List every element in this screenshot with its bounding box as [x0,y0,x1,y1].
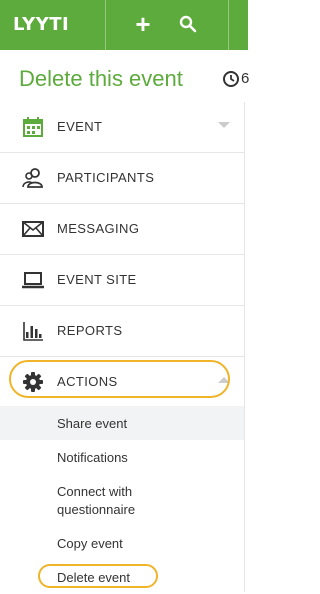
nav-item-reports[interactable]: REPORTS [0,306,244,357]
nav-item-event-site[interactable]: EVENT SITE [0,255,244,306]
envelope-icon [22,221,44,237]
action-connect-questionnaire[interactable]: Connect with questionnaire [0,474,244,524]
gear-icon [23,372,43,392]
laptop-icon [22,272,44,289]
action-label: Delete event [57,570,130,585]
lyyti-logo[interactable]: LYYTI [13,14,69,35]
nav-item-label: EVENT [57,119,103,134]
action-label: Share event [57,416,128,431]
nav-item-label: REPORTS [57,323,123,338]
nav-item-label: ACTIONS [57,374,118,389]
nav-item-label: EVENT SITE [57,272,137,287]
page-title: Delete this event [19,66,183,91]
action-notifications[interactable]: Notifications [0,440,244,474]
clock-icon [223,71,239,87]
divider [228,0,229,50]
clock-value: 6 [241,70,250,87]
action-label: Notifications [57,450,128,465]
chevron-down-icon[interactable] [218,122,230,128]
nav-item-actions[interactable]: ACTIONS [0,357,244,407]
nav-item-participants[interactable]: PARTICIPANTS [0,153,244,204]
action-label: Copy event [57,536,123,551]
action-delete-event[interactable]: Delete event [0,560,244,594]
action-copy-event[interactable]: Copy event [0,526,244,560]
divider [105,0,106,50]
nav-item-event[interactable]: EVENT [0,102,244,153]
top-bar: LYYTI + [0,0,248,50]
nav-item-label: PARTICIPANTS [57,170,155,185]
action-label: Connect with [57,484,133,499]
action-share-event[interactable]: Share event [0,406,244,440]
action-label-line2: questionnaire [57,502,136,517]
chevron-up-icon[interactable] [218,377,230,383]
add-button[interactable]: + [133,8,153,42]
nav-item-messaging[interactable]: MESSAGING [0,204,244,255]
participants-icon [22,168,43,188]
search-icon[interactable] [178,14,198,34]
nav-item-label: MESSAGING [57,221,140,236]
bar-chart-icon [23,322,43,341]
calendar-icon [23,117,43,137]
